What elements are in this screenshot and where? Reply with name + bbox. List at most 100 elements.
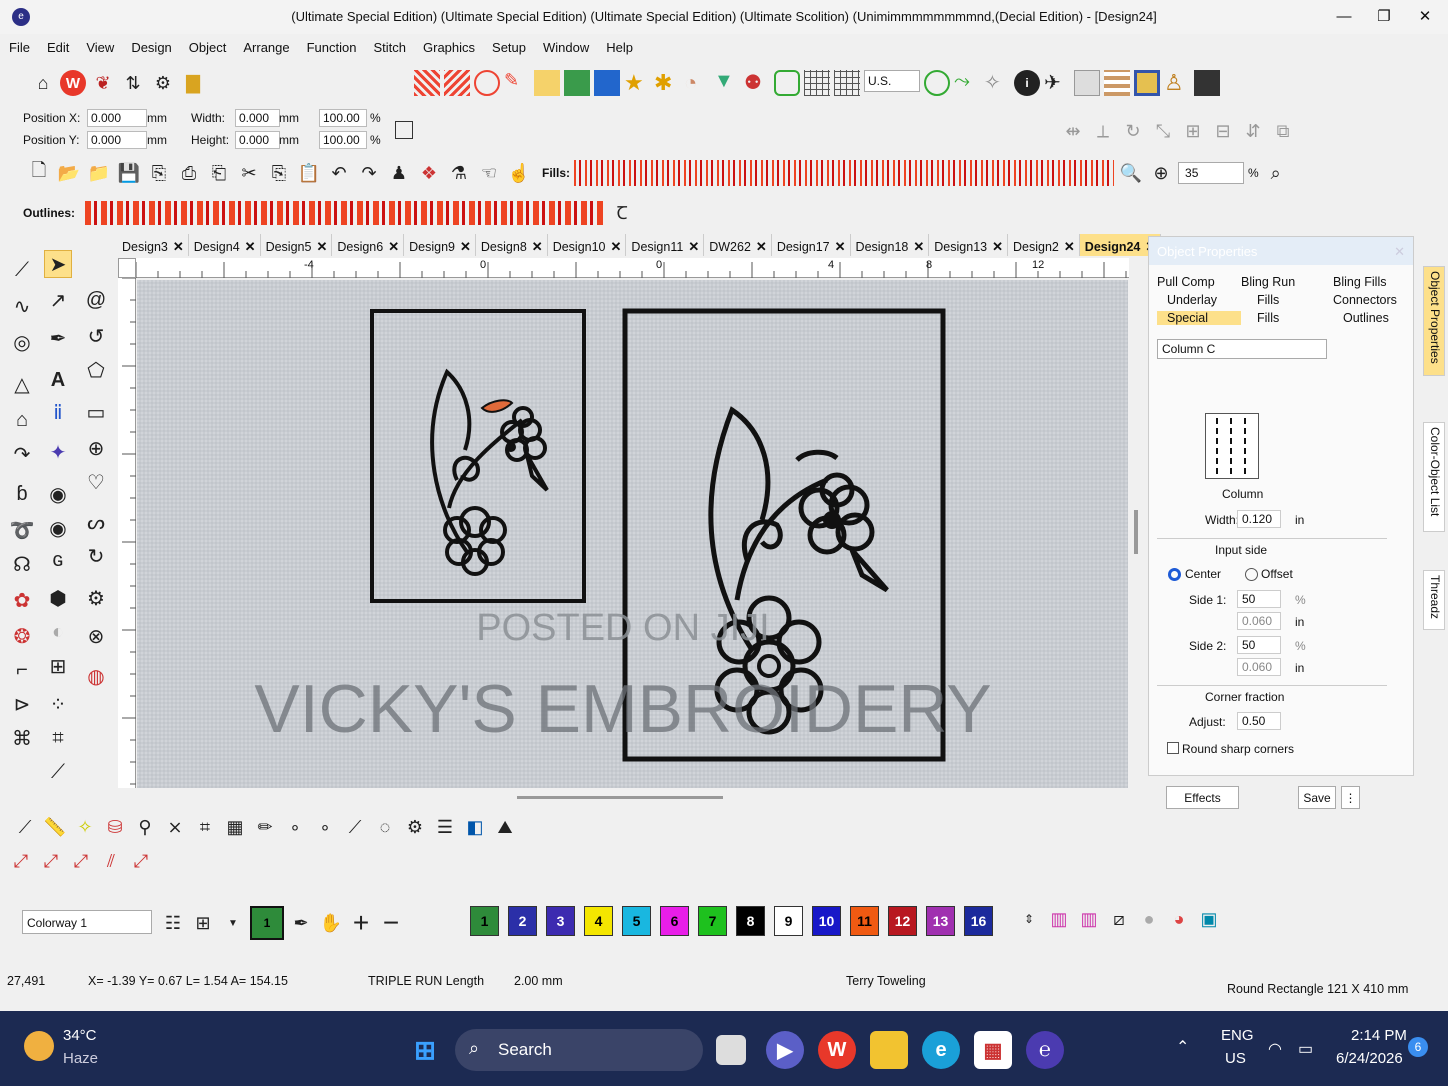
zoom-field[interactable]: 35	[1178, 162, 1245, 184]
tab-design18[interactable]: Design18 ✕	[851, 234, 930, 256]
clock-time[interactable]: 2:14 PM	[1351, 1027, 1407, 1044]
menu-stitch[interactable]: Stitch	[364, 36, 414, 55]
polygon-icon[interactable]: ⬠	[82, 356, 110, 384]
color-object-list-dock-tab[interactable]: Color-Object List	[1423, 422, 1445, 532]
folder-icon[interactable]: ▇	[180, 70, 206, 96]
cut-icon[interactable]: ✂	[236, 160, 262, 186]
rectangle-icon[interactable]: ▭	[82, 398, 110, 426]
ruler-tool-icon[interactable]: 📏	[42, 814, 68, 840]
tab-outlines[interactable]: Outlines	[1333, 311, 1419, 325]
file-explorer-icon[interactable]	[870, 1031, 908, 1069]
glasses-icon[interactable]: ⊗	[82, 622, 110, 650]
machine-icon[interactable]: ✈	[1044, 70, 1070, 96]
menu-function[interactable]: Function	[298, 36, 365, 55]
offset-radio[interactable]	[1245, 568, 1258, 581]
close-button[interactable]: ✕	[1410, 6, 1440, 28]
language-secondary[interactable]: US	[1225, 1050, 1246, 1067]
open-recent-icon[interactable]: 📁	[86, 160, 112, 186]
object-properties-dock-tab[interactable]: Object Properties	[1423, 266, 1445, 376]
tab-design13[interactable]: Design13 ✕	[929, 234, 1009, 256]
thread-color-10[interactable]: 10	[812, 906, 841, 936]
path-icon[interactable]: ⟋	[342, 814, 368, 840]
gear-icon[interactable]: ⚙	[82, 584, 110, 612]
grid-icon[interactable]	[804, 70, 830, 96]
menu-view[interactable]: View	[77, 36, 122, 55]
save-icon[interactable]: 💾	[116, 160, 142, 186]
stitch-type-select[interactable]: Column C	[1157, 339, 1327, 359]
wilcom-icon[interactable]: W	[60, 70, 86, 96]
stitch-zigzag-icon[interactable]: ⤢	[38, 848, 64, 874]
threadz-dock-tab[interactable]: Threadz	[1423, 570, 1445, 630]
thread-color-5[interactable]: 5	[622, 906, 651, 936]
weather-icon[interactable]	[24, 1031, 54, 1061]
redo-icon[interactable]: ↷	[356, 160, 382, 186]
crop-tool-icon[interactable]: ⌗	[192, 814, 218, 840]
side2-inch-input[interactable]: 0.060	[1237, 658, 1281, 676]
search-box[interactable]: ⌕ Search	[455, 1029, 703, 1071]
stitch-fancy-icon[interactable]: ⤢	[128, 848, 154, 874]
split-icon[interactable]: ⊞	[44, 652, 72, 680]
twirl-icon[interactable]: ↺	[82, 322, 110, 350]
colorway-list-icon[interactable]: ☷	[160, 910, 186, 936]
lock-proportions-icon[interactable]	[395, 121, 413, 139]
adjust-input[interactable]: 0.50	[1237, 712, 1281, 730]
embroidery-app-icon[interactable]: ℮	[1026, 1031, 1064, 1069]
fill-stitch-icon[interactable]	[414, 70, 440, 96]
flower-tool-icon[interactable]: ✿	[8, 586, 36, 614]
print-preview-icon[interactable]: ⎗	[206, 160, 232, 186]
reshape-nodes-icon[interactable]: ⌐	[8, 656, 36, 684]
stitch-player-icon[interactable]: ♟	[386, 160, 412, 186]
color-wheel-icon[interactable]: ◕	[1166, 906, 1192, 932]
restore-button[interactable]: ❐	[1369, 6, 1399, 28]
knife-icon[interactable]: ⟋	[44, 758, 72, 786]
thread-color-4[interactable]: 4	[584, 906, 613, 936]
crop-icon[interactable]: ⌗	[44, 724, 72, 752]
sliders-icon[interactable]: ☰	[432, 814, 458, 840]
star-shape-icon[interactable]: ✦	[44, 438, 72, 466]
tab-fills-2[interactable]: Fills	[1241, 311, 1333, 325]
select-arrow-icon[interactable]: ➤	[44, 250, 72, 278]
tab-design10[interactable]: Design10 ✕	[548, 234, 627, 256]
pen-icon[interactable]: ✎	[504, 70, 530, 96]
user-icon[interactable]: ♙	[1164, 70, 1190, 96]
close-tab-icon[interactable]: ✕	[913, 239, 924, 255]
arc-icon[interactable]: ↷	[8, 440, 36, 468]
balloon-icon[interactable]: ❦	[90, 70, 116, 96]
color-film-icon[interactable]: ❖	[416, 160, 442, 186]
pen-tool-icon[interactable]: ✒	[44, 324, 72, 352]
info-icon[interactable]: i	[1014, 70, 1040, 96]
windows-start-icon[interactable]: ⊞	[406, 1031, 444, 1069]
stitch-multi-icon[interactable]: ⫽	[98, 848, 124, 874]
height-field[interactable]: 0.000	[235, 131, 280, 149]
tab-design2[interactable]: Design2 ✕	[1008, 234, 1080, 256]
center-radio[interactable]	[1168, 568, 1181, 581]
zoom-in-icon[interactable]: ⊕	[1148, 160, 1174, 186]
colorway-select[interactable]: Colorway 1	[22, 910, 152, 934]
fan-icon[interactable]: ⊳	[8, 690, 36, 718]
target-icon[interactable]: ⊕	[82, 434, 110, 462]
heart-icon[interactable]: ♡	[82, 468, 110, 496]
copy-icon[interactable]: ⎘	[266, 160, 292, 186]
thread-color-16[interactable]: 16	[964, 906, 993, 936]
scale-icon[interactable]: ⤡	[1150, 118, 1176, 144]
g-shape-icon[interactable]: ɢ	[44, 546, 72, 574]
lettering-icon[interactable]: A	[44, 366, 72, 394]
tab-design17[interactable]: Design17 ✕	[772, 234, 851, 256]
curve-tool-icon[interactable]: ∿	[8, 292, 36, 320]
side1-percent-input[interactable]: 50	[1237, 590, 1281, 608]
save-options-button[interactable]: ⋮	[1341, 786, 1360, 809]
undo-icon[interactable]: ↶	[326, 160, 352, 186]
position-x-field[interactable]: 0.000	[87, 109, 147, 127]
tab-design6[interactable]: Design6 ✕	[332, 234, 405, 256]
menu-help[interactable]: Help	[597, 36, 641, 55]
flip-icon[interactable]: ⇵	[1240, 118, 1266, 144]
hexagon-icon[interactable]: ⬢	[44, 584, 72, 612]
applique-icon[interactable]: ⚙	[402, 814, 428, 840]
units-select[interactable]: U.S.	[864, 70, 920, 92]
align-icon[interactable]: ⊞	[1180, 118, 1206, 144]
reshape-icon[interactable]: ↗	[44, 286, 72, 314]
hand-icon[interactable]: ☜	[476, 160, 502, 186]
tab-design3[interactable]: Design3 ✕	[117, 234, 189, 256]
magic-wand-icon[interactable]: ✧	[72, 814, 98, 840]
close-tab-icon[interactable]: ✕	[756, 239, 767, 255]
